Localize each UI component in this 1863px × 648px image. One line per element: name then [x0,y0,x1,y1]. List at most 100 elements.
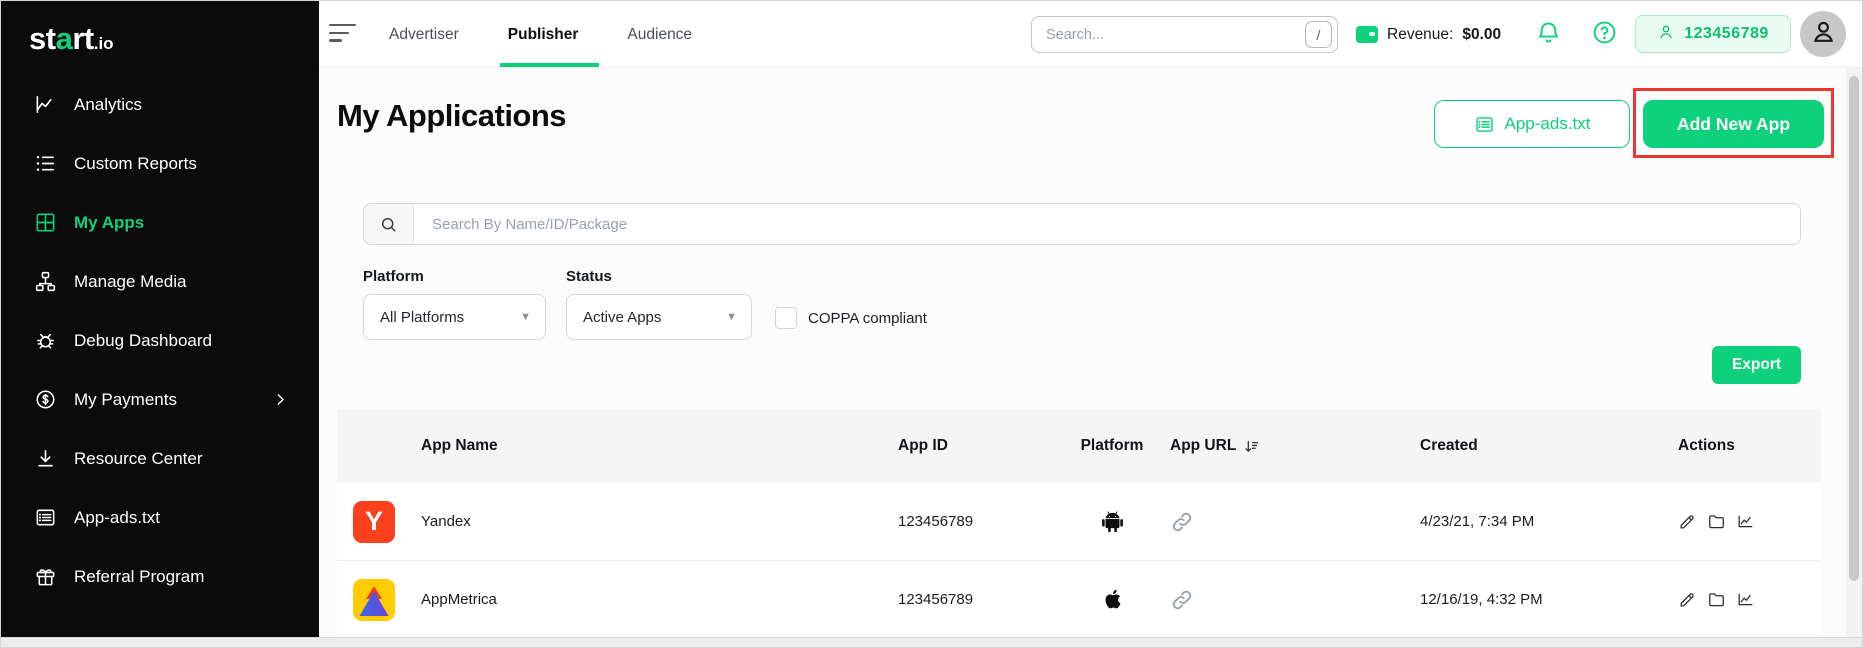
startio-logo[interactable]: start.io [1,1,319,57]
sidebar-nav: Analytics Custom Reports My Apps Manage … [1,75,319,606]
table-row[interactable]: Y Yandex 123456789 4/23/21, 7:34 PM [337,483,1821,561]
red-annotation-box: Add New App [1633,88,1834,158]
download-icon [33,447,57,471]
chart-icon[interactable] [1736,512,1755,531]
sidebar-item-label: Analytics [74,95,142,115]
app-ads-txt-button[interactable]: App-ads.txt [1434,100,1630,148]
status-dropdown-value: Active Apps [583,309,661,326]
sidebar-item-analytics[interactable]: Analytics [1,75,319,134]
sidebar-item-label: Manage Media [74,272,186,292]
table-row[interactable]: AppMetrica 123456789 12/16/19, 4:32 PM [337,561,1821,639]
chevron-down-icon: ▼ [726,311,737,323]
revenue-value: $0.00 [1462,26,1501,44]
app-name: Yandex [421,513,471,530]
sidebar-item-label: My Payments [74,390,177,410]
user-id-value: 123456789 [1684,25,1769,43]
analytics-icon [33,93,57,117]
created-date: 4/23/21, 7:34 PM [1407,513,1657,530]
sidebar-item-label: My Apps [74,213,144,233]
sidebar-item-custom-reports[interactable]: Custom Reports [1,134,319,193]
bug-icon [33,329,57,353]
scrollbar-thumb[interactable] [1849,76,1859,581]
global-search-input[interactable] [1032,27,1305,43]
sidebar-item-my-apps[interactable]: My Apps [1,193,319,252]
status-dropdown[interactable]: Active Apps ▼ [566,294,752,340]
apple-icon [1062,586,1162,613]
hamburger-menu-icon[interactable] [329,24,356,44]
tab-advertiser[interactable]: Advertiser [389,26,459,44]
notifications-button[interactable] [1535,1,1562,68]
bell-icon [1535,19,1562,51]
coppa-label: COPPA compliant [808,310,927,327]
sidebar: start.io Analytics Custom Reports My App… [1,1,319,648]
sidebar-item-app-ads-txt[interactable]: App-ads.txt [1,488,319,547]
apps-search-input[interactable] [414,204,1800,244]
platform-filter-label: Platform [363,268,424,285]
header-created[interactable]: Created [1407,437,1657,455]
document-list-icon [33,506,57,530]
edit-pencil-icon[interactable] [1678,590,1697,609]
custom-reports-icon [33,152,57,176]
sort-icon[interactable] [1243,438,1260,455]
apps-search-bar [363,203,1801,245]
apps-table: App Name App ID Platform App URL Created… [337,409,1821,639]
active-tab-underline [500,63,599,67]
dollar-circle-icon [33,388,57,412]
edit-pencil-icon[interactable] [1678,512,1697,531]
sidebar-item-label: Custom Reports [74,154,197,174]
app-url-link-icon[interactable] [1162,588,1407,612]
my-apps-grid-icon [33,211,57,235]
role-tabs: Advertiser Publisher Audience [389,1,741,68]
help-button[interactable] [1591,1,1618,68]
header-actions: Actions [1657,437,1821,455]
tab-publisher[interactable]: Publisher [508,26,579,44]
created-date: 12/16/19, 4:32 PM [1407,591,1657,608]
revenue-indicator: Revenue: $0.00 [1356,1,1501,68]
appmetrica-app-icon [353,579,395,621]
tab-audience[interactable]: Audience [627,26,692,44]
app-id: 123456789 [882,513,1062,530]
avatar-person-icon [1810,18,1837,50]
sidebar-item-label: App-ads.txt [74,508,160,528]
sidebar-item-my-payments[interactable]: My Payments [1,370,319,429]
chart-icon[interactable] [1736,590,1755,609]
search-shortcut-badge: / [1305,21,1332,48]
coppa-checkbox[interactable] [775,307,797,329]
app-url-link-icon[interactable] [1162,510,1407,534]
header-platform[interactable]: Platform [1062,437,1162,455]
sidebar-item-label: Referral Program [74,567,204,587]
header-app-url[interactable]: App URL [1162,437,1407,455]
search-icon [364,204,414,244]
platform-dropdown-value: All Platforms [380,309,464,326]
gift-icon [33,565,57,589]
header-app-name[interactable]: App Name [337,437,882,455]
yandex-app-icon: Y [353,501,395,543]
avatar[interactable] [1800,11,1846,57]
page-title: My Applications [337,98,566,134]
sidebar-item-manage-media[interactable]: Manage Media [1,252,319,311]
topbar: Advertiser Publisher Audience / Revenue:… [319,1,1863,68]
app-name: AppMetrica [421,591,497,608]
sidebar-item-label: Debug Dashboard [74,331,212,351]
user-id-pill[interactable]: 123456789 [1635,15,1791,53]
sidebar-item-debug-dashboard[interactable]: Debug Dashboard [1,311,319,370]
folder-icon[interactable] [1707,512,1726,531]
folder-icon[interactable] [1707,590,1726,609]
revenue-label: Revenue: [1387,26,1453,44]
export-button[interactable]: Export [1712,346,1801,384]
wallet-icon [1356,26,1378,43]
vertical-scrollbar[interactable] [1846,68,1862,639]
header-app-id[interactable]: App ID [882,437,1062,455]
table-header-row: App Name App ID Platform App URL Created… [337,409,1821,483]
platform-dropdown[interactable]: All Platforms ▼ [363,294,546,340]
document-list-icon [1474,114,1495,135]
sidebar-item-resource-center[interactable]: Resource Center [1,429,319,488]
chevron-down-icon: ▼ [520,311,531,323]
app-id: 123456789 [882,591,1062,608]
horizontal-scrollbar[interactable] [1,637,1862,647]
user-icon [1657,23,1675,46]
add-new-app-button[interactable]: Add New App [1643,100,1824,148]
main-content: My Applications App-ads.txt Add New App … [319,68,1848,639]
android-icon [1062,508,1162,535]
sidebar-item-referral-program[interactable]: Referral Program [1,547,319,606]
